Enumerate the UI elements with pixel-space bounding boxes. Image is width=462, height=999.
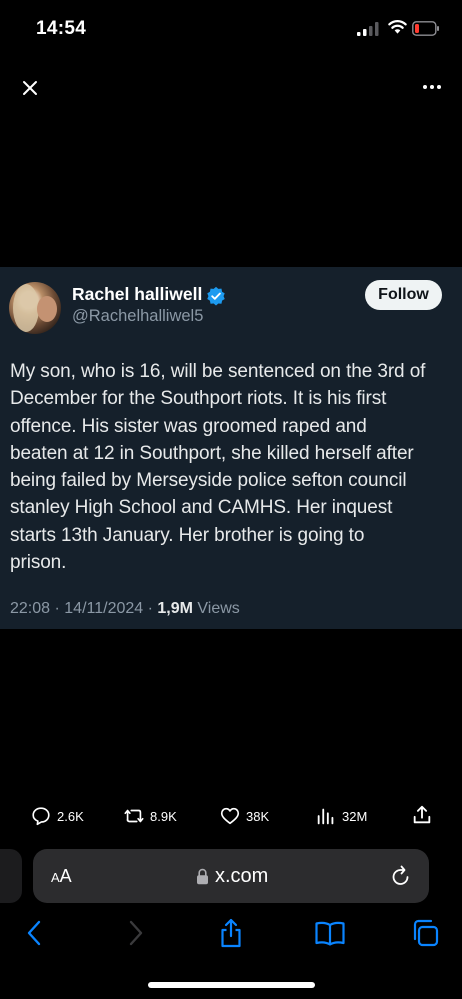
close-icon[interactable] xyxy=(16,74,44,102)
lock-icon xyxy=(197,868,208,885)
status-time: 14:54 xyxy=(36,18,87,39)
url-text[interactable]: x.com xyxy=(215,865,268,888)
aa-small: A xyxy=(51,870,60,885)
avatar-figure-left xyxy=(13,284,39,332)
back-icon[interactable] xyxy=(21,918,49,948)
home-indicator[interactable] xyxy=(148,982,315,988)
bookmarks-icon[interactable] xyxy=(314,918,346,948)
repost-icon xyxy=(124,809,144,823)
author-name[interactable]: Rachel halliwell xyxy=(72,284,202,305)
previous-tab-bar[interactable] xyxy=(0,849,22,903)
tweet-views-count: 1,9M xyxy=(157,600,193,617)
tweet-meta: 22:08 · 14/11/2024 · 1,9M Views xyxy=(10,600,240,618)
avatar[interactable] xyxy=(9,282,61,334)
tabs-icon[interactable] xyxy=(412,918,440,948)
wifi-icon xyxy=(388,20,407,34)
reply-icon xyxy=(32,807,50,826)
views-button[interactable]: 32M xyxy=(315,804,367,828)
forward-icon[interactable] xyxy=(121,918,149,948)
reload-icon[interactable] xyxy=(390,864,412,888)
tweet-views-label: Views xyxy=(197,600,240,617)
views-count: 32M xyxy=(342,808,368,824)
reader-options-button[interactable]: AA xyxy=(51,866,72,887)
heart-icon xyxy=(220,807,240,825)
author-handle[interactable]: @Rachelhalliwel5 xyxy=(72,307,203,326)
share-sheet-icon[interactable] xyxy=(217,918,245,948)
share-icon[interactable] xyxy=(411,804,433,826)
reply-button[interactable]: 2.6K xyxy=(30,804,84,828)
avatar-figure-right xyxy=(37,296,57,322)
tweet-text: My son, who is 16, will be sentenced on … xyxy=(10,361,426,574)
meta-separator: · xyxy=(50,600,65,617)
views-icon xyxy=(317,808,334,825)
reply-count: 2.6K xyxy=(57,808,84,824)
like-count: 38K xyxy=(246,808,270,824)
more-horizontal-icon[interactable] xyxy=(416,74,448,100)
repost-button[interactable]: 8.9K xyxy=(123,804,177,828)
tweet-date[interactable]: 14/11/2024 xyxy=(64,600,143,617)
meta-separator: · xyxy=(143,600,158,617)
tweet-time[interactable]: 22:08 xyxy=(10,600,50,617)
like-button[interactable]: 38K xyxy=(219,804,269,828)
verified-badge-icon xyxy=(207,286,225,306)
battery-icon xyxy=(412,21,439,36)
repost-count: 8.9K xyxy=(150,808,177,824)
cellular-signal-icon xyxy=(357,22,379,36)
follow-button[interactable]: Follow xyxy=(365,280,442,310)
aa-big: A xyxy=(59,866,72,886)
